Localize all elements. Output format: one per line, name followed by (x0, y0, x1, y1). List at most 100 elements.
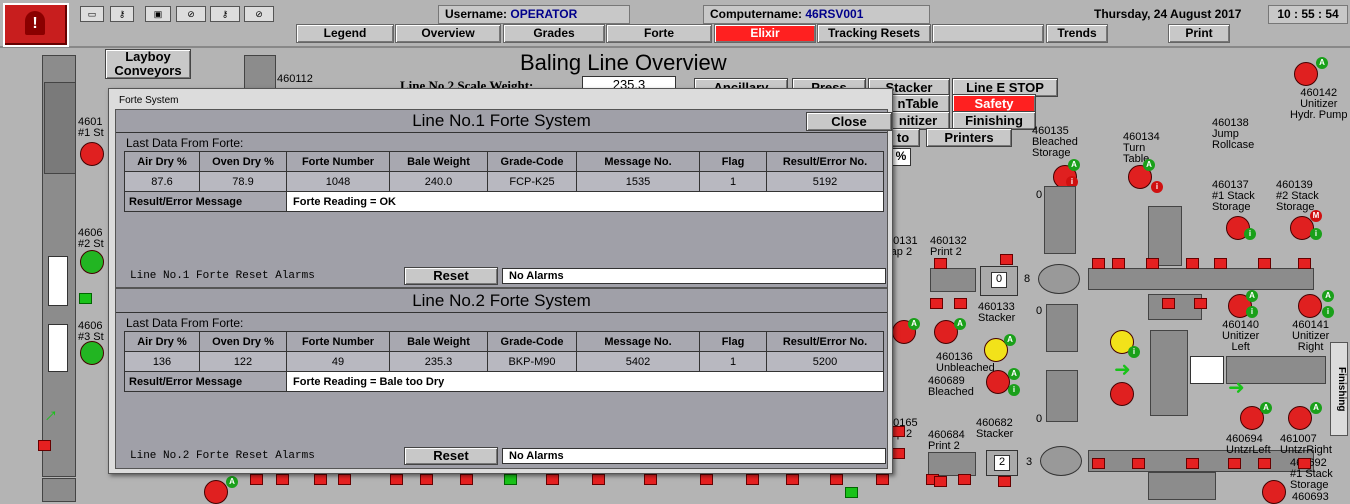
header-grade-code: Grade-Code (487, 151, 577, 172)
alarm-indicator-icon[interactable] (80, 142, 104, 166)
line1-reset-label: Line No.1 Forte Reset Alarms (130, 270, 315, 282)
header-result-error-no: Result/Error No. (766, 151, 884, 172)
auto-badge-icon: A (908, 318, 920, 330)
page-title: Baling Line Overview (520, 50, 727, 75)
alarm-indicator-icon[interactable] (1298, 294, 1322, 318)
lock-cancel-icon[interactable]: ⊘ (244, 6, 274, 22)
computername-display: Computername: 46RSV001 (703, 5, 930, 24)
line2-title: Line No.2 Forte System (116, 290, 887, 313)
counter-label: 0 (1036, 413, 1043, 425)
alarm-indicator-icon[interactable] (986, 370, 1010, 394)
auto-badge-icon: A (1316, 57, 1328, 69)
result-message-value: Forte Reading = OK (286, 191, 884, 212)
line1-reset-button[interactable]: Reset (404, 267, 498, 285)
arrow-right-icon: ➜ (1114, 359, 1131, 381)
key-ring-icon[interactable]: ⚷ (210, 6, 240, 22)
alarm-indicator-icon[interactable] (204, 480, 228, 504)
print-2-machine (930, 268, 976, 292)
stack-storage-conveyor (1148, 472, 1216, 500)
dialog-title: Forte System (119, 95, 179, 106)
stack-2-slots (48, 256, 68, 306)
cell-flag: 1 (699, 351, 767, 372)
header-oven-dry: Oven Dry % (199, 331, 287, 352)
tag-460141: 460141 Unitizer Right (1292, 319, 1330, 353)
dialog-body: Line No.1 Forte System Close Last Data F… (115, 109, 892, 469)
status-square (79, 293, 92, 304)
layboy-1 (44, 82, 76, 174)
tag-460135: 460135 Bleached Storage (1032, 125, 1078, 159)
section-divider (116, 287, 887, 289)
alarm-indicator-icon[interactable] (1288, 406, 1312, 430)
alarm-indicator-icon[interactable] (80, 341, 104, 365)
username-display: Username: OPERATOR (438, 5, 630, 24)
alarm-indicator-icon[interactable] (1110, 382, 1134, 406)
forte-system-dialog: Forte System Line No.1 Forte System Clos… (108, 88, 893, 474)
cell-air-dry: 136 (124, 351, 200, 372)
header-bale-weight: Bale Weight (389, 331, 488, 352)
counter-value: 2 (994, 455, 1010, 471)
alarm-bell-button[interactable]: ! (3, 3, 69, 47)
header-forte-number: Forte Number (286, 331, 390, 352)
line2-last-data-label: Last Data From Forte: (126, 316, 244, 330)
nav-legend-button[interactable]: Legend (296, 24, 394, 43)
display-icon[interactable]: ▭ (80, 6, 104, 22)
line1-forte-table: Air Dry % Oven Dry % Forte Number Bale W… (124, 151, 884, 212)
nav-grades-button[interactable]: Grades (503, 24, 605, 43)
nav-overview-button[interactable]: Overview (395, 24, 501, 43)
tag-left2: 4606 #2 St (78, 227, 104, 250)
auto-badge-icon: A (1246, 290, 1258, 302)
header-grade-code: Grade-Code (487, 331, 577, 352)
nav-elixir-button[interactable]: Elixir (714, 24, 816, 43)
cancel-icon[interactable]: ⊘ (176, 6, 206, 22)
nav-blank-button[interactable] (932, 24, 1044, 43)
info-badge-icon: i (1322, 306, 1334, 318)
alarm-indicator-icon[interactable] (80, 250, 104, 274)
nav-print-button[interactable]: Print (1168, 24, 1230, 43)
header-message-no: Message No. (576, 331, 700, 352)
nav-trends-button[interactable]: Trends (1046, 24, 1108, 43)
cell-flag: 1 (699, 171, 767, 192)
unitizer-grid (1190, 356, 1224, 384)
status-square (845, 487, 858, 498)
cell-oven-dry: 122 (199, 351, 287, 372)
info-badge-icon: i (1128, 346, 1140, 358)
manual-badge-icon: M (1310, 210, 1322, 222)
result-row: Result/Error Message Forte Reading = OK (124, 191, 884, 212)
tag-460136: 460136 Unbleached (936, 351, 995, 374)
cell-grade-code: FCP-K25 (487, 171, 577, 192)
terminal-icon[interactable]: ▣ (145, 6, 171, 22)
line2-reset-button[interactable]: Reset (404, 447, 498, 465)
cell-message-no: 5402 (576, 351, 700, 372)
tag-460132: 460132 Print 2 (930, 235, 967, 258)
header-message-no: Message No. (576, 151, 700, 172)
nav-tracking-resets-button[interactable]: Tracking Resets (817, 24, 931, 43)
tag-460112: 460112 (277, 73, 313, 85)
layboy-conveyors-button[interactable]: Layboy Conveyors (105, 49, 191, 79)
header-flag: Flag (699, 151, 767, 172)
alarm-indicator-icon[interactable] (1294, 62, 1318, 86)
key-icon[interactable]: ⚷ (110, 6, 134, 22)
close-button[interactable]: Close (806, 112, 892, 131)
printers-button[interactable]: Printers (926, 128, 1012, 147)
tag-461007: 461007 UntzrRight (1280, 433, 1332, 456)
cell-grade-code: BKP-M90 (487, 351, 577, 372)
header-forte-number: Forte Number (286, 151, 390, 172)
table-header-row: Air Dry % Oven Dry % Forte Number Bale W… (124, 151, 884, 172)
print-2-machine-lower (928, 452, 976, 476)
line1-title: Line No.1 Forte System (116, 110, 887, 133)
nav-forte-button[interactable]: Forte (606, 24, 712, 43)
stacker-box-lower: 2 (986, 450, 1018, 476)
header-flag: Flag (699, 331, 767, 352)
header-air-dry: Air Dry % (124, 331, 200, 352)
counter-label: 0 (1036, 305, 1043, 317)
turntable-icon (1038, 264, 1080, 294)
tag-460137: 460137 #1 Stack Storage (1212, 179, 1255, 213)
arrow-right-icon: ➜ (1228, 377, 1245, 399)
tag-460134: 460134 Turn Table (1123, 131, 1160, 165)
table-row: 136 122 49 235.3 BKP-M90 5402 1 5200 (124, 351, 884, 372)
info-badge-icon: i (1310, 228, 1322, 240)
alarm-indicator-icon[interactable] (1262, 480, 1286, 504)
result-message-label: Result/Error Message (124, 371, 287, 392)
time-display: 10 : 55 : 54 (1268, 5, 1348, 24)
line2-forte-table: Air Dry % Oven Dry % Forte Number Bale W… (124, 331, 884, 392)
